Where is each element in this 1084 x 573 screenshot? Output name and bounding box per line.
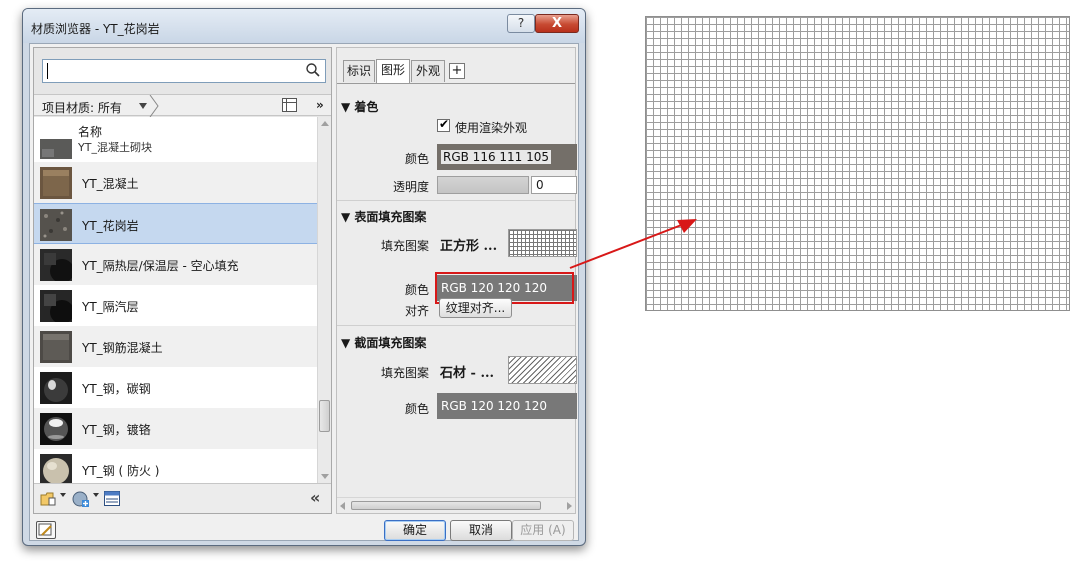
chevron-right-icon [149,95,159,117]
dropdown-arrow-icon[interactable] [60,493,66,497]
scroll-up-icon[interactable] [321,121,329,126]
granite-thumbnail [40,209,72,241]
checkbox-label: 使用渲染外观 [455,121,528,135]
more-options-icon[interactable]: » [316,98,324,112]
cut-pattern-swatch[interactable] [508,356,577,384]
list-item[interactable]: YT_隔热层/保温层 - 空心填充 [34,244,317,285]
list-item[interactable]: YT_钢 ( 防火 ) [34,449,317,483]
library-toolbar: « [34,483,331,513]
align-label: 对齐 [404,304,429,318]
surface-pattern-label: 填充图案 [380,239,429,253]
scrollbar-thumb[interactable] [319,400,330,432]
list-item-selected[interactable]: YT_花岗岩 [34,203,317,244]
window-title: 材质浏览器 - YT_花岗岩 [31,22,160,36]
surface-color-label: 颜色 [404,283,429,297]
list-item[interactable]: YT_钢，镀铬 [34,408,317,449]
list-item-label: YT_花岗岩 [82,219,139,233]
carbon-steel-thumbnail [40,372,72,404]
annotation-arrow [569,219,697,269]
surface-pattern-name[interactable]: 正方形 ... [440,235,497,254]
check-icon: ✔ [439,117,450,131]
transparency-slider[interactable] [437,176,529,194]
material-thumbnail [40,139,72,159]
list-item-label: YT_隔汽层 [82,300,139,314]
create-material-icon[interactable] [72,490,90,508]
list-item-label[interactable]: YT_混凝土砌块 [78,139,152,155]
chrome-steel-thumbnail [40,413,72,445]
list-item-label: YT_混凝土 [82,177,139,191]
cut-pattern-label: 填充图案 [380,366,429,380]
close-button[interactable]: X [535,14,579,33]
vapor-barrier-thumbnail [40,290,72,322]
help-button[interactable]: ? [507,14,535,33]
search-icon[interactable] [305,62,321,78]
concrete-thumbnail [40,167,72,199]
cancel-button[interactable]: 取消 [450,520,512,541]
texture-align-button[interactable]: 纹理对齐... [439,298,512,318]
use-render-appearance-checkbox[interactable]: ✔ [437,117,450,132]
reinforced-concrete-thumbnail [40,331,72,363]
material-list-panel: 项目材质: 所有 » 名称 YT_混凝土砌块 YT_混凝土 YT_花岗岩 YT_… [33,47,332,514]
material-editor-icon[interactable] [36,521,56,539]
scroll-left-icon[interactable] [340,502,345,510]
material-list: 名称 YT_混凝土砌块 YT_混凝土 YT_花岗岩 YT_隔热层/保温层 - 空… [34,117,317,483]
list-item[interactable]: YT_钢筋混凝土 [34,326,317,367]
section-shading-header[interactable]: ▼ 着色 [341,98,378,115]
filter-label[interactable]: 项目材质: 所有 [42,99,122,116]
open-library-icon[interactable] [40,491,58,507]
transparency-input[interactable]: 0 [531,176,577,194]
tab-divider [337,83,575,84]
dialog-body: 项目材质: 所有 » 名称 YT_混凝土砌块 YT_混凝土 YT_花岗岩 YT_… [29,43,579,541]
tab-appearance[interactable]: 外观 [411,60,445,82]
scroll-down-icon[interactable] [321,474,329,479]
list-item-label: YT_隔热层/保温层 - 空心填充 [82,259,239,273]
section-surface-pattern-header[interactable]: ▼ 表面填充图案 [341,208,426,225]
list-item[interactable]: YT_混凝土 [34,162,317,203]
filter-bar[interactable]: 项目材质: 所有 » [34,94,331,117]
scroll-right-icon[interactable] [567,502,572,510]
list-item-label: YT_钢，镀铬 [82,423,151,437]
search-input[interactable] [42,59,326,83]
list-item-label: YT_钢 ( 防火 ) [82,464,160,478]
list-item[interactable]: YT_钢，碳钢 [34,367,317,408]
list-item-label: YT_钢，碳钢 [82,382,151,396]
edit-icon [38,523,52,536]
cut-color-label: 颜色 [404,402,429,416]
tab-identity[interactable]: 标识 [343,60,375,82]
horizontal-scrollbar[interactable] [337,497,575,513]
view-toggle-icon[interactable] [282,98,297,112]
scrollbar-thumb[interactable] [351,501,541,510]
fireproof-steel-thumbnail [40,454,72,483]
cut-pattern-name[interactable]: 石材 - ... [440,362,494,381]
ok-button[interactable]: 确定 [384,520,446,541]
add-tab-button[interactable]: + [449,63,465,79]
shading-color-label: 颜色 [404,152,429,166]
section-divider [337,325,575,326]
vertical-scrollbar[interactable] [317,117,331,483]
library-panel-icon[interactable] [104,491,120,506]
text-caret [47,63,48,79]
material-browser-window: 材质浏览器 - YT_花岗岩 ? X 项目材质: 所有 » 名称 YT_混凝土砌… [22,8,586,546]
shading-color-swatch[interactable]: RGB 116 111 105 [437,144,577,170]
dropdown-arrow-icon[interactable] [139,103,147,109]
tab-graphics[interactable]: 图形 [376,59,410,83]
column-header-name[interactable]: 名称 [78,123,102,140]
title-bar: 材质浏览器 - YT_花岗岩 ? X [23,9,585,43]
shading-color-value: RGB 116 111 105 [441,150,552,164]
list-header-row: 名称 YT_混凝土砌块 [34,117,317,162]
cut-color-swatch[interactable]: RGB 120 120 120 [437,393,577,419]
transparency-label: 透明度 [392,180,429,194]
section-divider [337,200,575,201]
dropdown-arrow-icon[interactable] [93,493,99,497]
insulation-thumbnail [40,249,72,281]
apply-button[interactable]: 应用 (A) [512,520,574,541]
collapse-library-icon[interactable]: « [310,488,320,507]
material-properties-panel: 标识 图形 外观 + ▼ 着色 ✔ 使用渲染外观 颜色 RGB 116 111 … [336,47,577,514]
section-cut-pattern-header[interactable]: ▼ 截面填充图案 [341,334,426,351]
list-item[interactable]: YT_隔汽层 [34,285,317,326]
list-item-label: YT_钢筋混凝土 [82,341,163,355]
